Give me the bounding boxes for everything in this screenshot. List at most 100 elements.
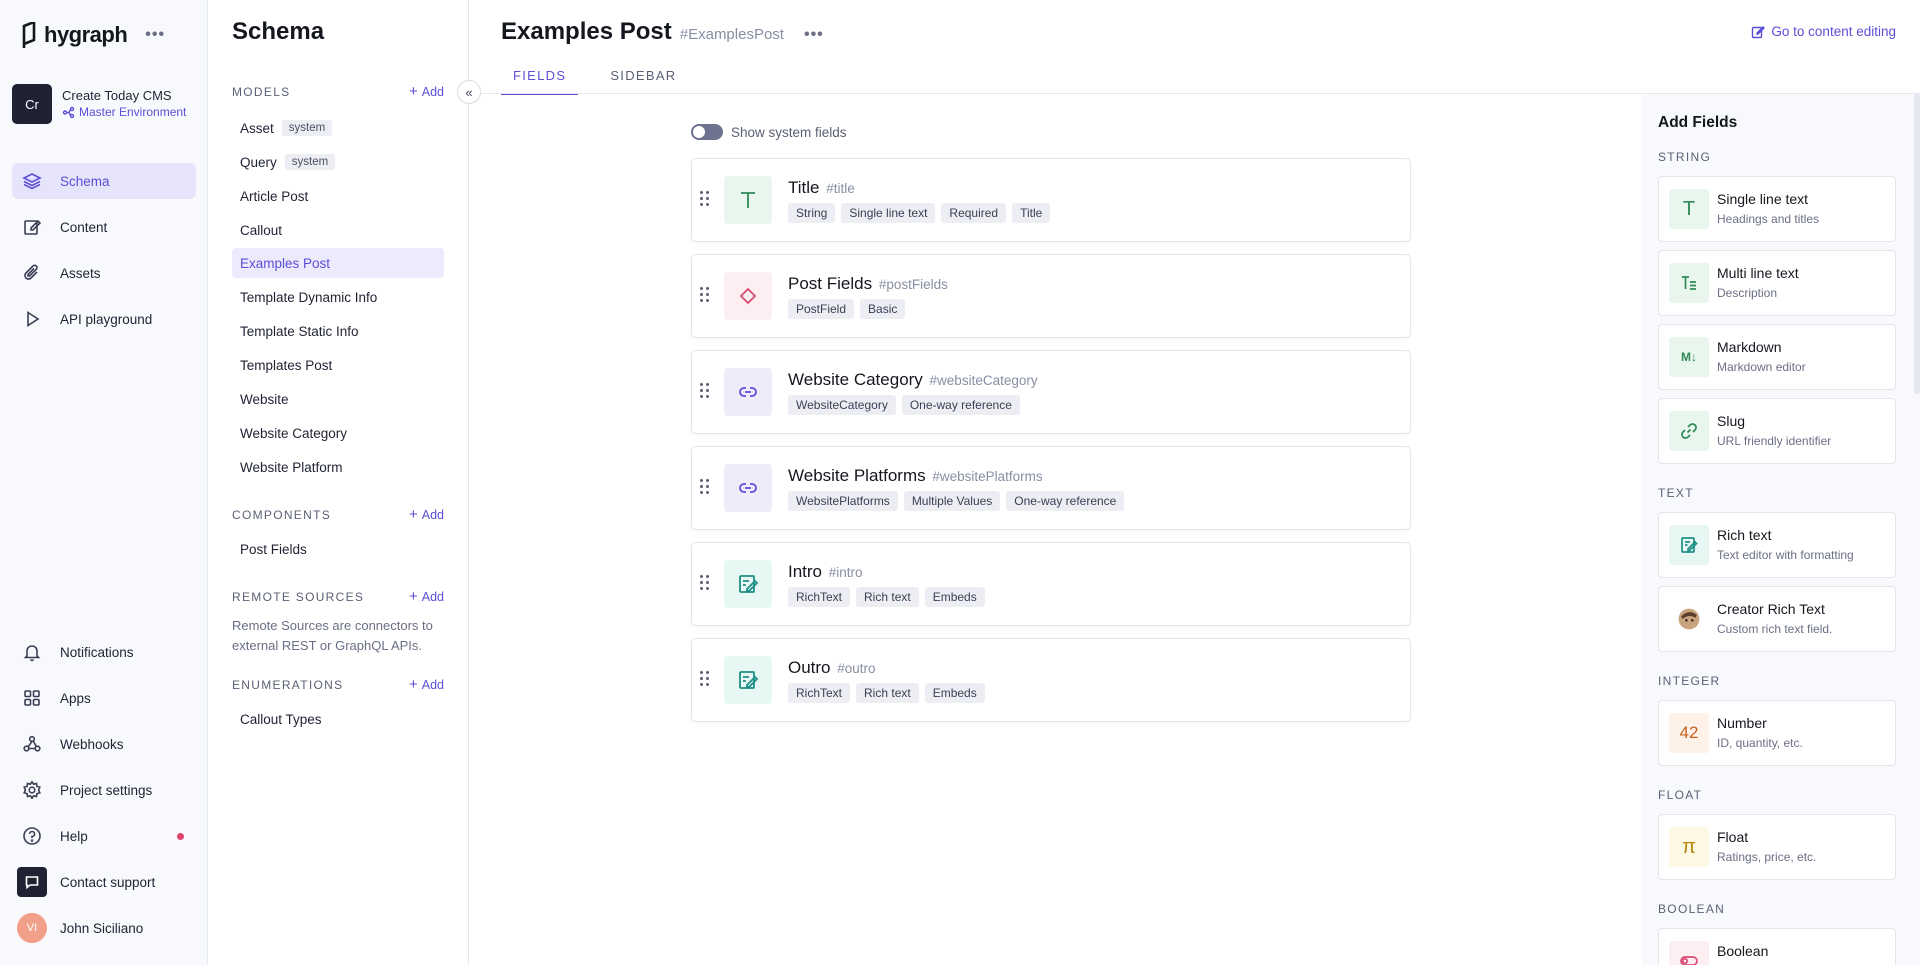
remote-sources-label: REMOTE SOURCES	[232, 589, 365, 604]
model-item-template-dynamic-info[interactable]: Template Dynamic Info	[232, 282, 444, 312]
nav-assets[interactable]: Assets	[12, 255, 196, 291]
field-type-slug[interactable]: Slug URL friendly identifier	[1658, 398, 1896, 464]
tab-sidebar[interactable]: SIDEBAR	[598, 66, 688, 95]
nav-user-profile[interactable]: VI John Siciliano	[12, 910, 196, 946]
field-tag: One-way reference	[901, 395, 1020, 415]
field-type-markdown[interactable]: M↓ Markdown Markdown editor	[1658, 324, 1896, 390]
model-item-website[interactable]: Website	[232, 384, 444, 414]
field-name: Outro #outro	[788, 658, 876, 678]
components-section-header: COMPONENTS + Add	[232, 506, 444, 523]
field-card-intro[interactable]: Intro #intro RichText Rich text Embeds	[691, 542, 1411, 626]
field-type-float[interactable]: π Float Ratings, price, etc.	[1658, 814, 1896, 880]
add-model-button[interactable]: + Add	[409, 83, 444, 100]
model-label: Query	[240, 154, 277, 170]
chevrons-left-icon: «	[465, 84, 473, 100]
field-type-creator-rich-text[interactable]: Creator Rich Text Custom rich text field…	[1658, 586, 1896, 652]
model-item-website-category[interactable]: Website Category	[232, 418, 444, 448]
field-display-name: Outro	[788, 658, 831, 677]
field-tags: RichText Rich text Embeds	[788, 587, 985, 607]
drag-handle-icon[interactable]	[700, 575, 712, 593]
field-card-post-fields[interactable]: Post Fields #postFields PostField Basic	[691, 254, 1411, 338]
model-item-template-static-info[interactable]: Template Static Info	[232, 316, 444, 346]
nav-notifications[interactable]: Notifications	[12, 634, 196, 670]
nav-content[interactable]: Content	[12, 209, 196, 245]
collapse-panel-button[interactable]: «	[457, 80, 481, 104]
nav-api-playground[interactable]: API playground	[12, 301, 196, 337]
field-type-single-line-text[interactable]: T Single line text Headings and titles	[1658, 176, 1896, 242]
field-type-rich-text[interactable]: Rich text Text editor with formatting	[1658, 512, 1896, 578]
field-card-title[interactable]: Title #title String Single line text Req…	[691, 158, 1411, 242]
add-component-button[interactable]: + Add	[409, 506, 444, 523]
nav-help[interactable]: Help	[12, 818, 196, 854]
drag-handle-icon[interactable]	[700, 287, 712, 305]
link-icon	[724, 464, 772, 512]
field-type-desc: ID, quantity, etc.	[1717, 736, 1803, 750]
tab-fields[interactable]: FIELDS	[501, 66, 579, 95]
show-system-fields-label: Show system fields	[731, 124, 847, 140]
field-type-boolean[interactable]: Boolean	[1658, 928, 1896, 965]
field-name: Website Category #websiteCategory	[788, 370, 1038, 390]
nav-contact-support[interactable]: Contact support	[12, 864, 196, 900]
go-to-content-editing-link[interactable]: Go to content editing	[1751, 24, 1896, 39]
field-type-desc: URL friendly identifier	[1717, 434, 1832, 448]
drag-handle-icon[interactable]	[700, 191, 712, 209]
add-fields-panel: Add Fields STRING T Single line text Hea…	[1642, 94, 1920, 965]
field-tag: One-way reference	[1006, 491, 1125, 511]
component-item-post-fields[interactable]: Post Fields	[232, 534, 444, 564]
drag-handle-icon[interactable]	[700, 383, 712, 401]
layers-icon	[22, 173, 42, 190]
add-remote-source-button[interactable]: + Add	[409, 588, 444, 605]
more-options-icon[interactable]: •••	[804, 26, 824, 44]
component-icon	[724, 272, 772, 320]
project-name: Create Today CMS	[62, 88, 172, 103]
add-fields-scrollbar[interactable]	[1914, 94, 1920, 394]
enum-item-callout-types[interactable]: Callout Types	[232, 704, 444, 734]
creator-avatar-icon	[1669, 599, 1709, 639]
field-type-number[interactable]: 42 Number ID, quantity, etc.	[1658, 700, 1896, 766]
nav-project-settings[interactable]: Project settings	[12, 772, 196, 808]
drag-handle-icon[interactable]	[700, 671, 712, 689]
field-card-outro[interactable]: Outro #outro RichText Rich text Embeds	[691, 638, 1411, 722]
model-item-asset[interactable]: Asset system	[232, 113, 444, 143]
project-switcher[interactable]: Cr Create Today CMS Master Environment	[12, 84, 186, 124]
field-display-name: Post Fields	[788, 274, 873, 293]
hygraph-logo-icon	[22, 22, 36, 48]
model-item-article-post[interactable]: Article Post	[232, 181, 444, 211]
text-t-icon: T	[1669, 189, 1709, 229]
section-float-label: FLOAT	[1658, 788, 1703, 802]
field-tag: WebsiteCategory	[788, 395, 896, 415]
drag-handle-icon[interactable]	[700, 479, 712, 497]
model-item-callout[interactable]: Callout	[232, 215, 444, 245]
model-item-website-platform[interactable]: Website Platform	[232, 452, 444, 482]
more-icon[interactable]: •••	[145, 26, 165, 44]
schema-title: Schema	[232, 18, 325, 45]
model-item-templates-post[interactable]: Templates Post	[232, 350, 444, 380]
add-enumeration-button[interactable]: + Add	[409, 676, 444, 693]
field-type-multi-line-text[interactable]: Multi line text Description	[1658, 250, 1896, 316]
environment-switcher[interactable]: Master Environment	[62, 104, 186, 121]
nav-schema[interactable]: Schema	[12, 163, 196, 199]
field-card-website-platforms[interactable]: Website Platforms #websitePlatforms Webs…	[691, 446, 1411, 530]
gear-icon	[23, 780, 41, 800]
field-tag: Rich text	[856, 587, 919, 607]
add-enumeration-label: Add	[421, 677, 444, 692]
plus-icon: +	[408, 676, 418, 693]
field-tag: Embeds	[924, 683, 985, 703]
show-system-fields-toggle[interactable]	[691, 124, 723, 140]
nav-apps[interactable]: Apps	[12, 680, 196, 716]
field-tags: PostField Basic	[788, 299, 906, 319]
field-card-website-category[interactable]: Website Category #websiteCategory Websit…	[691, 350, 1411, 434]
hygraph-logo[interactable]: hygraph •••	[20, 22, 165, 48]
model-item-query[interactable]: Query system	[232, 147, 444, 177]
section-string-label: STRING	[1658, 150, 1712, 164]
field-tag: Title	[1012, 203, 1051, 223]
model-label: Website Platform	[240, 459, 343, 475]
model-item-examples-post[interactable]: Examples Post	[232, 248, 444, 278]
tabs: FIELDS SIDEBAR	[501, 66, 689, 95]
branch-icon	[62, 106, 75, 119]
bell-icon	[23, 645, 41, 662]
field-api-id: #outro	[837, 661, 876, 676]
field-type-desc: Headings and titles	[1717, 212, 1820, 226]
field-name: Intro #intro	[788, 562, 863, 582]
nav-webhooks[interactable]: Webhooks	[12, 726, 196, 762]
